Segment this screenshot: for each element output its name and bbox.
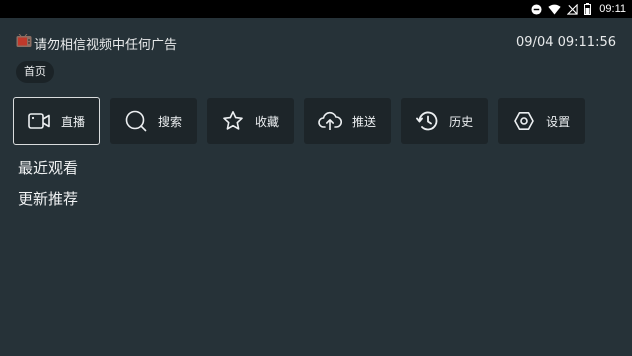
settings-button-label: 设置 xyxy=(546,114,571,129)
live-button-label: 直播 xyxy=(61,114,86,129)
cloud-upload-icon xyxy=(318,109,343,133)
updates-section-title: 更新推荐 xyxy=(18,190,79,208)
no-signal-icon xyxy=(567,3,578,15)
dnd-icon xyxy=(531,3,542,15)
settings-button[interactable]: 设置 xyxy=(498,98,586,144)
history-button-label: 历史 xyxy=(449,114,474,129)
tab-home[interactable]: 首页 xyxy=(16,61,54,83)
star-icon xyxy=(221,109,245,133)
notice-text: 请勿相信视频中任何广告 xyxy=(34,37,178,53)
settings-icon xyxy=(512,109,536,133)
datetime-display: 09/04 09:11:56 xyxy=(516,35,616,50)
recent-section-title: 最近观看 xyxy=(18,159,79,177)
favorites-button-label: 收藏 xyxy=(255,114,280,129)
ad-warning-notice: 请勿相信视频中任何广告 xyxy=(16,33,178,53)
video-camera-icon xyxy=(27,109,51,133)
push-button[interactable]: 推送 xyxy=(304,98,392,144)
search-button[interactable]: 搜索 xyxy=(110,98,198,144)
favorites-button[interactable]: 收藏 xyxy=(207,98,295,144)
battery-icon xyxy=(584,3,592,15)
main-nav: 直播 搜索 收藏 推送 历史 设置 xyxy=(13,97,586,146)
status-bar: 09:11 xyxy=(0,0,632,18)
history-button[interactable]: 历史 xyxy=(401,98,489,144)
history-icon xyxy=(415,109,439,133)
push-button-label: 推送 xyxy=(352,114,377,129)
search-icon xyxy=(124,109,148,133)
tv-icon xyxy=(16,33,32,52)
wifi-icon xyxy=(548,4,561,15)
search-button-label: 搜索 xyxy=(158,114,183,129)
status-time: 09:11 xyxy=(599,3,626,15)
live-button[interactable]: 直播 xyxy=(13,97,101,145)
